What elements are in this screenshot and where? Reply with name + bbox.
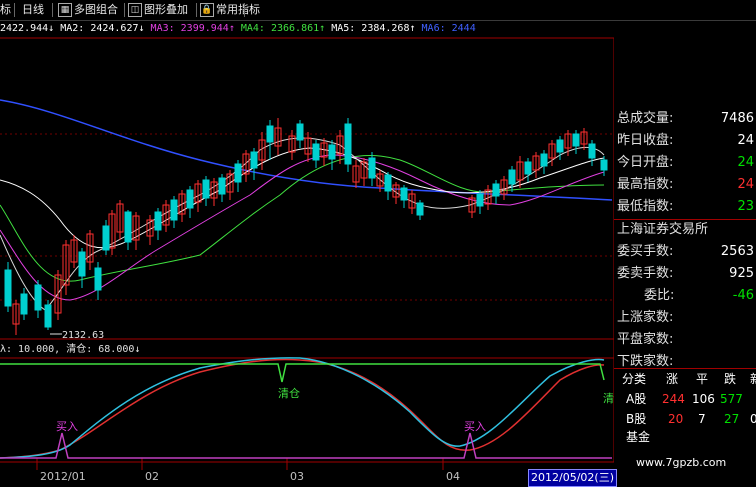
row-unchanged: 平盘家数: bbox=[617, 332, 674, 347]
panel-divider bbox=[614, 368, 756, 369]
grid-lines bbox=[0, 133, 614, 301]
table-cell: 27 bbox=[724, 412, 740, 426]
table-cell: B股 bbox=[626, 412, 647, 426]
row-ask-volume: 委卖手数: 925 bbox=[617, 266, 754, 281]
low-price-label: 2132.63 bbox=[62, 330, 104, 341]
table-cell: A股 bbox=[626, 392, 647, 406]
row-total-volume: 总成交量: 7486 bbox=[617, 111, 754, 126]
table-cell: 0 bbox=[750, 412, 756, 426]
current-date-badge: 2012/05/02(三) bbox=[528, 469, 617, 487]
table-cell: 577 bbox=[720, 392, 743, 406]
indicator-green-line bbox=[0, 363, 605, 383]
table-header: 平 bbox=[696, 372, 709, 386]
row-exchange: 上海证券交易所 bbox=[617, 222, 709, 237]
row-low: 最低指数: 23 bbox=[617, 199, 754, 214]
table-header: 涨 bbox=[666, 372, 679, 386]
table-header: 跌 bbox=[724, 372, 737, 386]
indicator-cyan-line bbox=[0, 357, 605, 459]
row-prev-close: 昨日收盘: 24 bbox=[617, 133, 754, 148]
axis-label-jan: 2012/01 bbox=[40, 470, 86, 483]
axis-label-apr: 04 bbox=[446, 470, 460, 483]
row-high: 最高指数: 24 bbox=[617, 177, 754, 192]
table-cell: 244 bbox=[662, 392, 685, 406]
table-header: 分类 bbox=[622, 372, 647, 386]
buy-signal-label: 买入 bbox=[56, 420, 78, 433]
row-bid-ratio: 委比: -46 bbox=[644, 288, 754, 303]
ma2-line bbox=[0, 147, 605, 249]
buy-signal-label-2: 买入 bbox=[464, 420, 486, 433]
row-advancing: 上涨家数: bbox=[617, 310, 674, 325]
table-cell: 20 bbox=[668, 412, 684, 426]
sell-signal-label-2: 清 bbox=[603, 392, 614, 405]
watermark: www.7gpzb.com bbox=[636, 456, 727, 469]
axis-label-mar: 03 bbox=[290, 470, 304, 483]
candles bbox=[4, 118, 608, 335]
indicator-red-line bbox=[0, 358, 605, 459]
table-header: 新 bbox=[750, 370, 756, 388]
indicator-legend: λ: 10.000, 清仓: 68.000↓ bbox=[0, 344, 141, 355]
axis-label-feb: 02 bbox=[145, 470, 159, 483]
price-chart[interactable]: 2132.63 清仓 清 买入 买入 bbox=[0, 0, 614, 487]
indicator-baseline bbox=[0, 432, 612, 459]
sell-signal-label: 清仓 bbox=[278, 386, 300, 400]
month-dividers bbox=[36, 458, 444, 470]
quote-panel: 总成交量: 7486 昨日收盘: 24 今日开盘: 24 最高指数: 24 最低指数: 2… bbox=[614, 106, 756, 444]
row-today-open: 今日开盘: 24 bbox=[617, 155, 754, 170]
ma1-line bbox=[0, 137, 605, 311]
table-cell: 106 bbox=[692, 392, 715, 406]
table-cell: 基金 bbox=[626, 430, 651, 444]
table-cell: 7 bbox=[698, 412, 706, 426]
row-bid-volume: 委买手数: 2563 bbox=[617, 244, 754, 259]
